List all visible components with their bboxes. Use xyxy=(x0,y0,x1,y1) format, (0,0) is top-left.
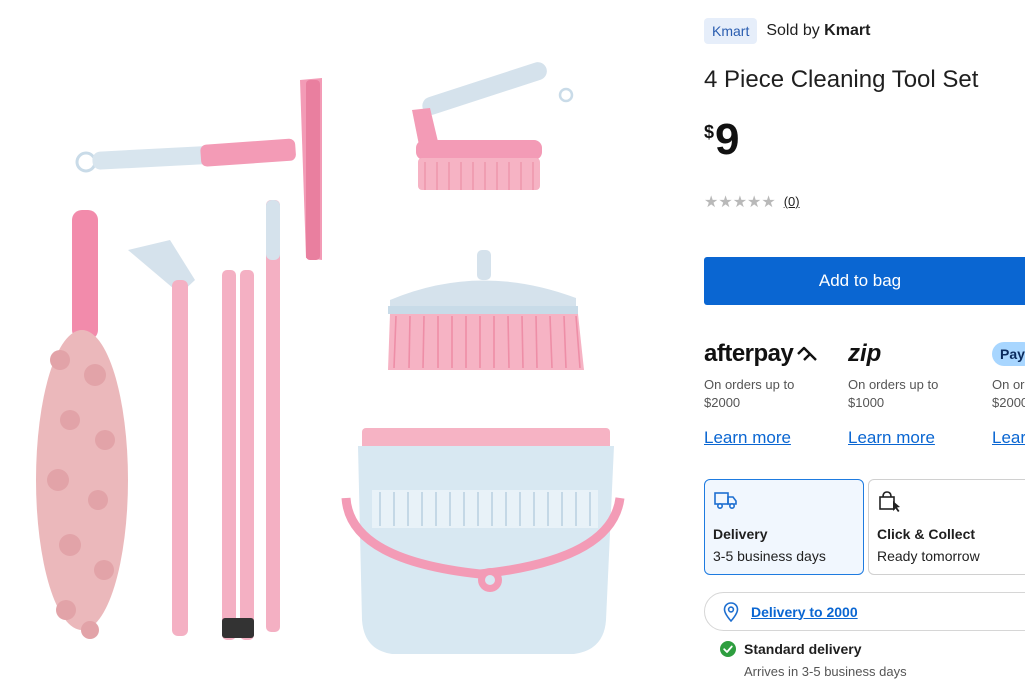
check-circle-icon xyxy=(720,641,736,657)
add-to-bag-button[interactable]: Add to bag xyxy=(704,257,1025,305)
standard-delivery-info: Standard delivery Arrives in 3-5 busines… xyxy=(720,641,1020,679)
price-currency: $ xyxy=(704,122,715,142)
delivery-title: Delivery xyxy=(713,526,768,542)
delivery-subtitle: 3-5 business days xyxy=(713,548,826,564)
product-info-panel: Kmart Sold by Kmart 4 Piece Cleaning Too… xyxy=(704,0,1025,693)
delivery-option-card[interactable]: Delivery 3-5 business days xyxy=(704,479,864,575)
paypal-note-line2: $2000 xyxy=(992,395,1025,410)
scrub-brush-illustration xyxy=(412,62,574,190)
zip-note-line1: On orders up to xyxy=(848,377,939,392)
brand-badge[interactable]: Kmart xyxy=(704,18,758,44)
standard-delivery-title: Standard delivery xyxy=(744,641,862,657)
truck-icon xyxy=(713,490,855,512)
star-rating-icon: ★★★★★ xyxy=(704,192,776,211)
afterpay-learn-more-link[interactable]: Learn more xyxy=(704,428,791,448)
paypal-note-line1: On or xyxy=(992,377,1025,392)
afterpay-arrows-icon xyxy=(797,346,818,361)
zip-note-line2: $1000 xyxy=(848,395,885,410)
sold-by-text: Sold by Kmart xyxy=(766,22,870,40)
duster-illustration xyxy=(36,210,128,639)
afterpay-note-line1: On orders up to xyxy=(704,377,795,392)
broom-head-illustration xyxy=(388,250,584,370)
click-collect-option-card[interactable]: Click & Collect Ready tomorrow xyxy=(868,479,1025,575)
product-image[interactable] xyxy=(0,0,690,693)
zip-note: On orders up to $1000 xyxy=(848,376,988,412)
sold-by-prefix: Sold by xyxy=(766,22,820,39)
afterpay-logo-icon: afterpay xyxy=(704,340,844,368)
paypal-option: Pay On or $2000 Lear xyxy=(992,340,1025,448)
delivery-location-bar[interactable]: Delivery to 2000 xyxy=(704,592,1025,631)
product-title: 4 Piece Cleaning Tool Set xyxy=(704,66,979,93)
paypal-learn-more-link[interactable]: Lear xyxy=(992,428,1025,448)
afterpay-note-line2: $2000 xyxy=(704,395,741,410)
zip-learn-more-link[interactable]: Learn more xyxy=(848,428,935,448)
afterpay-note: On orders up to $2000 xyxy=(704,376,844,412)
dustpan-bucket-illustration xyxy=(341,428,625,654)
paypal-logo-icon: Pay xyxy=(992,340,1025,368)
squeegee-illustration xyxy=(75,78,322,260)
product-price: $ 9 xyxy=(704,116,740,164)
brand-row: Kmart Sold by Kmart xyxy=(704,18,870,44)
click-collect-subtitle: Ready tomorrow xyxy=(877,548,980,564)
rating-row: ★★★★★ (0) xyxy=(704,192,800,211)
location-pin-icon xyxy=(723,601,739,622)
price-amount: 9 xyxy=(715,115,740,164)
bag-icon xyxy=(877,490,1025,512)
zip-logo-icon: zip xyxy=(848,340,988,368)
handles-illustration xyxy=(128,200,280,640)
paypal-note: On or $2000 xyxy=(992,376,1025,412)
seller-name[interactable]: Kmart xyxy=(824,22,870,39)
click-collect-title: Click & Collect xyxy=(877,526,976,542)
paypal-wordmark: Pay xyxy=(992,342,1025,366)
afterpay-option: afterpay On orders up to $2000 Learn mor… xyxy=(704,340,844,448)
review-count-link[interactable]: (0) xyxy=(784,194,800,209)
afterpay-wordmark: afterpay xyxy=(704,340,794,367)
zip-option: zip On orders up to $1000 Learn more xyxy=(848,340,988,448)
cleaning-set-illustration xyxy=(36,62,625,654)
zip-wordmark: zip xyxy=(848,340,882,367)
delivery-location-link[interactable]: Delivery to 2000 xyxy=(751,604,858,620)
standard-delivery-subtitle: Arrives in 3-5 business days xyxy=(744,664,907,679)
